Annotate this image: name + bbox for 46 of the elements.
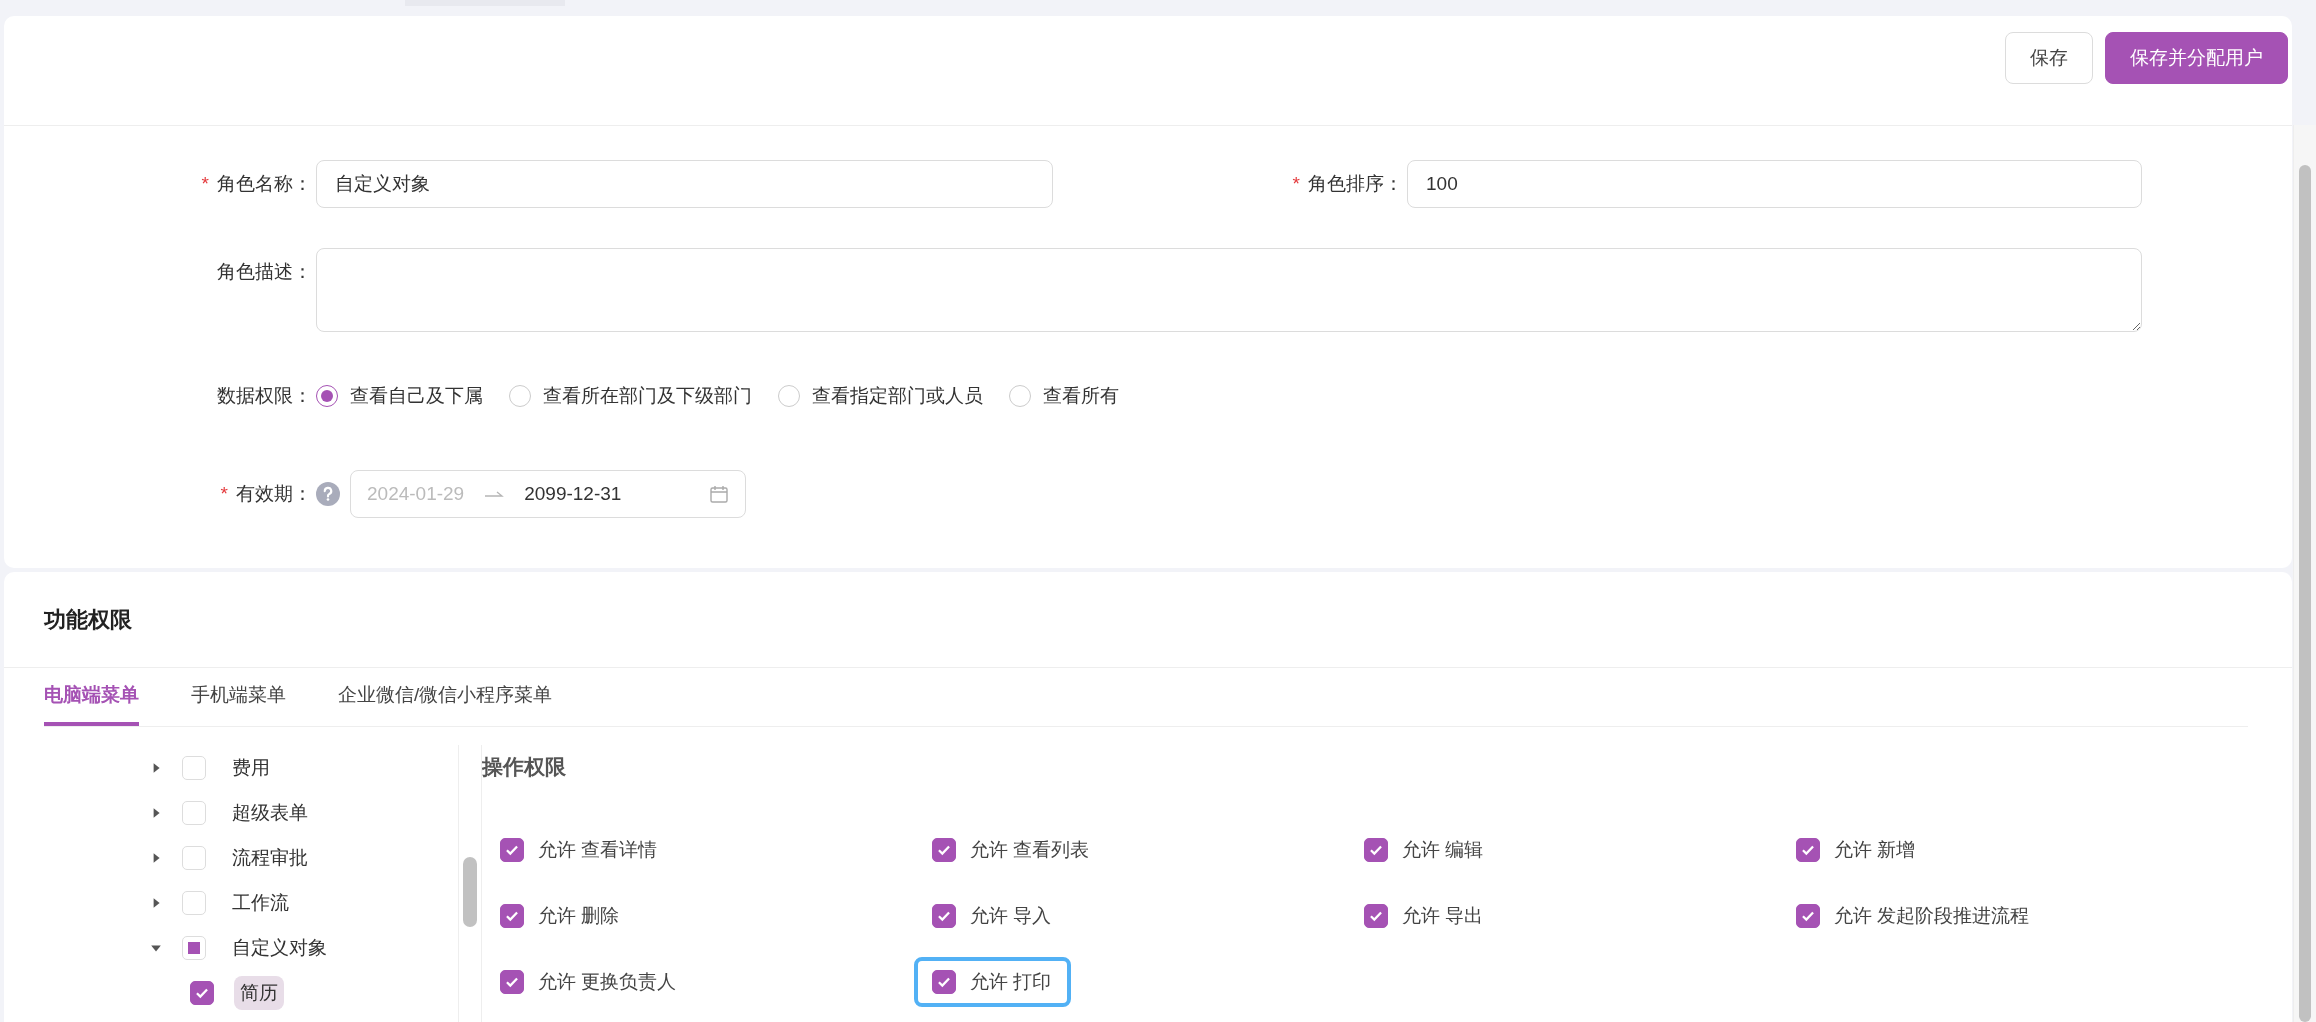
field-label: 角色排序： (1308, 173, 1403, 194)
scrollbar[interactable] (2293, 125, 2316, 1022)
section-title: 功能权限 (4, 572, 2292, 668)
end-date: 2099-12-31 (524, 483, 622, 505)
tree-item[interactable]: 流程审批 (226, 840, 314, 875)
required-mark: * (220, 483, 228, 504)
permission-checkbox[interactable]: 允许 删除 (482, 891, 640, 941)
radio-option[interactable]: 查看指定部门或人员 (778, 383, 983, 409)
menu-tab[interactable]: 电脑端菜单 (44, 682, 139, 726)
tree-item[interactable]: 自定义对象 (226, 930, 333, 965)
tree-item[interactable]: 超级表单 (226, 795, 314, 830)
field-label: 数据权限： (217, 385, 312, 406)
permission-checkbox[interactable]: 允许 发起阶段推进流程 (1778, 891, 2050, 941)
help-icon (316, 482, 340, 506)
permission-checkbox[interactable]: 允许 查看详情 (482, 825, 678, 875)
date-range-field[interactable]: 2024-01-29 2099-12-31 (350, 470, 746, 518)
menu-tab[interactable]: 手机端菜单 (191, 682, 286, 726)
menu-tab[interactable]: 企业微信/微信小程序菜单 (338, 682, 553, 726)
start-date: 2024-01-29 (367, 483, 465, 505)
checkbox[interactable] (190, 980, 214, 1005)
permission-checkbox[interactable]: 允许 导出 (1346, 891, 1504, 941)
tree-item[interactable]: 费用 (226, 750, 276, 785)
permission-checkbox[interactable]: 允许 编辑 (1346, 825, 1504, 875)
field-label: 有效期： (236, 483, 312, 504)
permission-checkbox[interactable]: 允许 打印 (914, 957, 1072, 1007)
radio-option[interactable]: 查看所在部门及下级部门 (509, 383, 752, 409)
input-field[interactable]: 100 (1407, 160, 2142, 208)
calendar-icon (709, 484, 729, 504)
save-button[interactable]: 保存 (2005, 32, 2093, 84)
tree-item[interactable]: 简历 (234, 975, 284, 1010)
permission-checkbox[interactable]: 允许 查看列表 (914, 825, 1110, 875)
section-title: 操作权限 (482, 754, 567, 780)
scrollbar[interactable] (458, 745, 482, 1022)
radio-option[interactable]: 查看所有 (1009, 383, 1119, 409)
field-label: 角色名称： (217, 173, 312, 194)
textarea-field[interactable] (316, 248, 2142, 332)
field-label: 角色描述： (217, 261, 312, 282)
permission-checkbox[interactable]: 允许 新增 (1778, 825, 1936, 875)
radio-option[interactable]: 查看自己及下属 (316, 383, 483, 409)
tree-item[interactable]: 工作流 (226, 885, 295, 920)
permission-checkbox[interactable]: 允许 导入 (914, 891, 1072, 941)
required-mark: * (1292, 173, 1300, 194)
required-mark: * (201, 173, 209, 194)
permission-checkbox[interactable]: 允许 更换负责人 (482, 957, 697, 1007)
input-field[interactable]: 自定义对象 (316, 160, 1053, 208)
save-and-assign-button[interactable]: 保存并分配用户 (2105, 32, 2288, 84)
